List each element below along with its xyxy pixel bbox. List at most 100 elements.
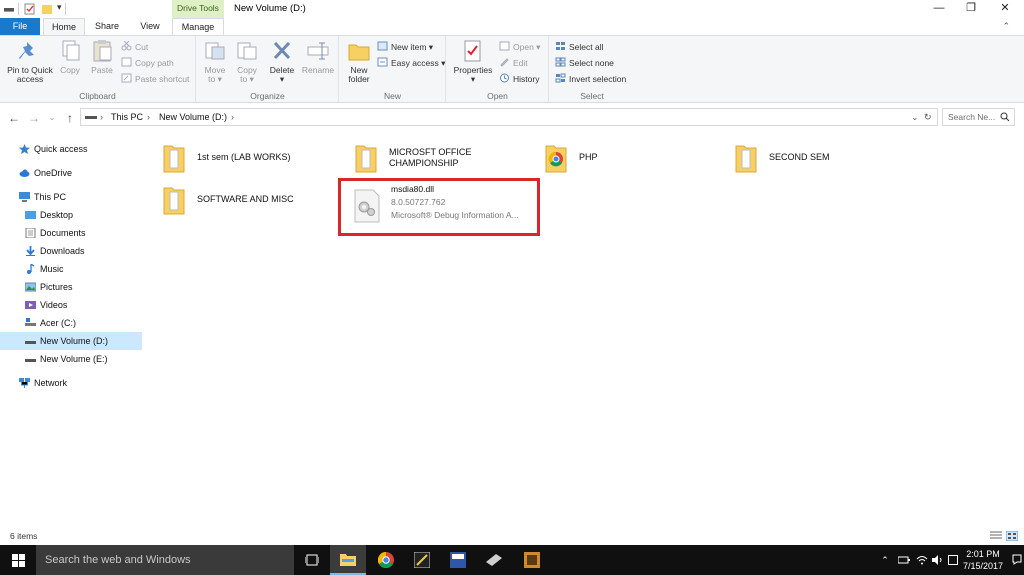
- invert-selection-button[interactable]: Invert selection: [555, 73, 626, 85]
- taskbar-app-media[interactable]: [514, 545, 550, 575]
- breadcrumb-new-volume-d[interactable]: New Volume (D:): [159, 109, 227, 125]
- address-bar[interactable]: › This PC › New Volume (D:) › ⌄ ↻: [80, 108, 938, 126]
- nav-quick-access[interactable]: Quick access: [0, 140, 142, 158]
- taskbar-app-usb[interactable]: [476, 545, 512, 575]
- qat-customize-icon[interactable]: ▾: [57, 2, 62, 13]
- nav-documents[interactable]: Documents: [0, 224, 142, 242]
- breadcrumb-separator-icon[interactable]: ›: [231, 109, 234, 125]
- item-name: SECOND SEM: [769, 152, 830, 162]
- breadcrumb-this-pc[interactable]: This PC: [111, 109, 143, 125]
- task-view-button[interactable]: [294, 545, 330, 575]
- window-title: New Volume (D:): [234, 3, 306, 14]
- minimize-button[interactable]: —: [922, 0, 956, 18]
- copy-to-button[interactable]: Copy to ▾: [233, 38, 261, 84]
- volume-icon[interactable]: [930, 545, 946, 575]
- tab-manage[interactable]: Manage: [172, 18, 224, 35]
- start-button[interactable]: [0, 545, 36, 575]
- taskbar-file-explorer[interactable]: [330, 545, 366, 575]
- delete-button[interactable]: Delete ▾: [267, 38, 297, 84]
- nav-videos[interactable]: Videos: [0, 296, 142, 314]
- pin-label-2: access: [16, 74, 44, 84]
- history-button[interactable]: History: [499, 73, 539, 85]
- qat-divider-2: [65, 3, 66, 15]
- taskbar-search-box[interactable]: Search the web and Windows: [36, 545, 294, 575]
- pin-to-quick-access-button[interactable]: Pin to Quick access: [4, 38, 56, 84]
- new-item-button[interactable]: New item ▾: [377, 41, 433, 53]
- nav-desktop[interactable]: Desktop: [0, 206, 142, 224]
- download-arrow-icon: [26, 246, 35, 256]
- select-none-button[interactable]: Select none: [555, 57, 614, 69]
- windows-drive-icon: [25, 318, 36, 326]
- folder-item-php[interactable]: PHP: [532, 138, 712, 178]
- close-button[interactable]: ✕: [988, 0, 1022, 18]
- battery-icon[interactable]: [896, 545, 912, 575]
- tab-share[interactable]: Share: [88, 18, 126, 35]
- taskbar-chrome[interactable]: [368, 545, 404, 575]
- paste-shortcut-icon: [121, 73, 132, 83]
- nav-network[interactable]: Network: [0, 374, 142, 392]
- tab-file[interactable]: File: [0, 18, 40, 35]
- invert-selection-label: Invert selection: [569, 74, 627, 84]
- nav-music[interactable]: Music: [0, 260, 142, 278]
- nav-downloads-label: Downloads: [40, 246, 85, 256]
- nav-downloads[interactable]: Downloads: [0, 242, 142, 260]
- nav-this-pc[interactable]: This PC: [0, 188, 142, 206]
- paste-shortcut-button[interactable]: Paste shortcut: [121, 73, 189, 85]
- taskbar-app-dev[interactable]: [440, 545, 476, 575]
- recent-locations-chevron-icon[interactable]: ⌄: [44, 109, 60, 127]
- nav-pictures[interactable]: Pictures: [0, 278, 142, 296]
- tab-view[interactable]: View: [130, 18, 170, 35]
- folder-item-1st-sem[interactable]: 1st sem (LAB WORKS): [150, 138, 330, 178]
- refresh-icon[interactable]: ↻: [924, 109, 932, 125]
- tab-home[interactable]: Home: [43, 18, 85, 35]
- drive-icon[interactable]: [3, 3, 15, 15]
- select-all-button[interactable]: Select all: [555, 41, 604, 53]
- address-dropdown-icon[interactable]: ⌄: [911, 109, 919, 125]
- select-all-icon: [556, 42, 565, 50]
- large-icons-view-icon[interactable]: [1006, 531, 1018, 541]
- move-to-button[interactable]: Move to ▾: [201, 38, 229, 84]
- folder-item-second-sem[interactable]: SECOND SEM: [722, 138, 902, 178]
- rename-button[interactable]: Rename: [301, 38, 335, 75]
- open-button[interactable]: Open ▾: [499, 41, 540, 53]
- nav-new-volume-d[interactable]: New Volume (D:): [0, 332, 142, 350]
- maximize-button[interactable]: ❐: [954, 0, 988, 18]
- forward-arrow-icon[interactable]: →: [26, 109, 42, 127]
- up-arrow-icon[interactable]: ↑: [62, 109, 78, 127]
- show-hidden-icons-chevron-icon[interactable]: ⌃: [878, 545, 892, 575]
- drive-breadcrumb-icon: [85, 116, 97, 119]
- nav-onedrive[interactable]: OneDrive: [0, 164, 142, 182]
- folder-chrome-icon: [545, 145, 567, 173]
- taskbar-clock[interactable]: 2:01 PM 7/15/2017: [960, 548, 1006, 572]
- folder-item-microsoft-office[interactable]: MICROSFT OFFICE CHAMPIONSHIP: [342, 138, 522, 178]
- file-item-msdia80-dll[interactable]: msdia80.dll 8.0.50727.762 Microsoft® Deb…: [338, 178, 540, 236]
- documents-icon: [25, 228, 36, 238]
- item-name: PHP: [579, 152, 598, 162]
- nav-new-volume-e[interactable]: New Volume (E:): [0, 350, 142, 368]
- folder-item-software-and-misc[interactable]: SOFTWARE AND MISC: [150, 180, 330, 220]
- notifications-icon[interactable]: [1010, 545, 1024, 575]
- new-folder-qat-icon[interactable]: [41, 3, 53, 15]
- copy-path-button[interactable]: Copy path: [121, 57, 174, 69]
- details-view-icon[interactable]: [990, 531, 1002, 541]
- search-box[interactable]: Search Ne...: [942, 108, 1015, 126]
- properties-button[interactable]: Properties ▾: [451, 38, 495, 84]
- ribbon-collapse-chevron-icon[interactable]: ⌃: [1002, 21, 1010, 32]
- wifi-icon[interactable]: [914, 545, 930, 575]
- open-group-label: Open: [487, 91, 508, 101]
- breadcrumb-separator-icon[interactable]: ›: [100, 109, 103, 125]
- properties-qat-icon[interactable]: [24, 3, 36, 15]
- easy-access-button[interactable]: Easy access ▾: [377, 57, 445, 69]
- nav-acer-c[interactable]: Acer (C:): [0, 314, 142, 332]
- taskbar-app-editor[interactable]: [404, 545, 440, 575]
- pictures-icon: [25, 282, 36, 292]
- action-center-icon[interactable]: [946, 545, 960, 575]
- copy-button[interactable]: Copy: [58, 38, 82, 75]
- edit-button[interactable]: Edit: [499, 57, 528, 69]
- cut-button[interactable]: Cut: [121, 41, 148, 53]
- new-folder-button[interactable]: New folder: [344, 38, 374, 84]
- back-arrow-icon[interactable]: ←: [6, 109, 22, 127]
- breadcrumb-separator-icon[interactable]: ›: [147, 109, 150, 125]
- paste-button[interactable]: Paste: [88, 38, 116, 75]
- desktop-icon: [25, 211, 36, 219]
